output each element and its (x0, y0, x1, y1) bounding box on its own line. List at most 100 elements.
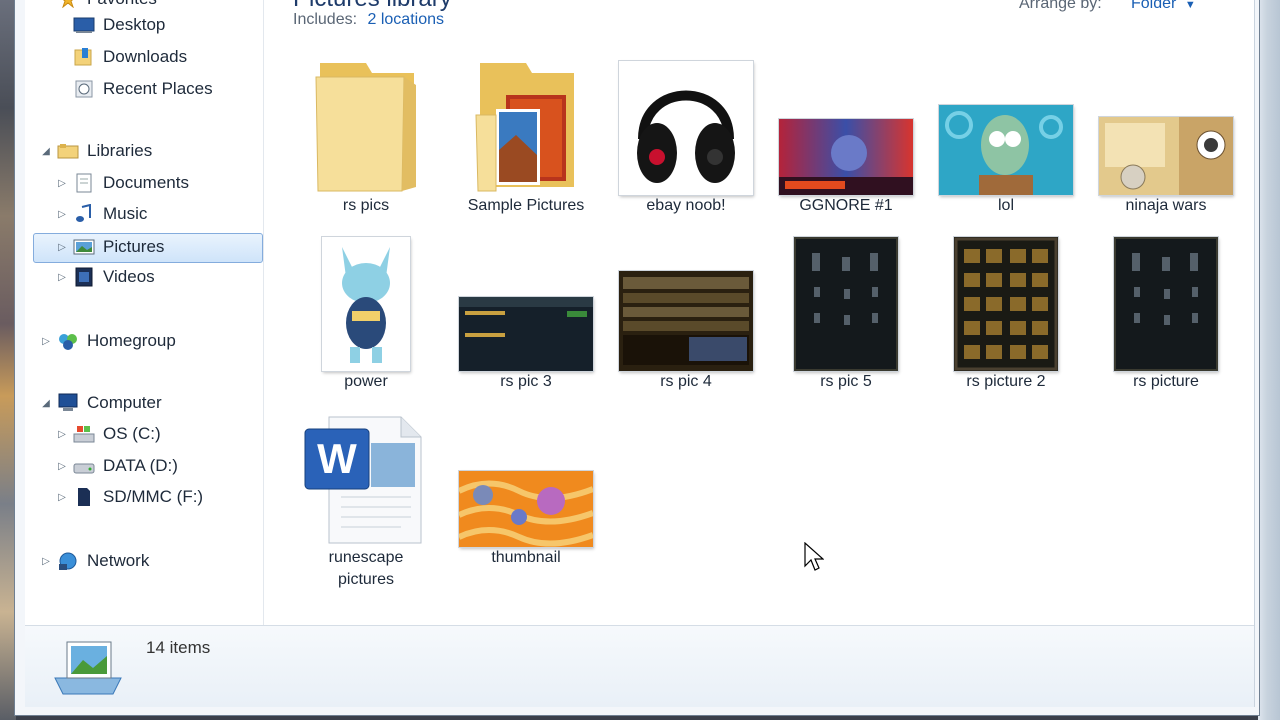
image-thumbnail-power (291, 221, 441, 371)
file-item-image[interactable]: rs pic 4 (611, 221, 761, 391)
file-item-image[interactable]: rs picture 2 (931, 221, 1081, 391)
expand-arrow-icon[interactable]: ▷ (57, 272, 67, 283)
file-name: rs picture 2 (966, 373, 1046, 390)
file-name-line-1: runescape (328, 549, 404, 566)
image-thumbnail-ninja-wars (1091, 45, 1241, 195)
arrange-by-value: Folder (1131, 0, 1177, 12)
nav-label: Desktop (103, 15, 166, 34)
image-thumbnail-squidward (931, 45, 1081, 195)
image-thumbnail-ggnore (771, 45, 921, 195)
file-item-image[interactable]: GGNORE #1 (771, 45, 921, 215)
image-thumbnail-rs-pic-5 (771, 221, 921, 371)
file-name: Sample Pictures (467, 197, 585, 214)
image-thumbnail-rs-picture (1091, 221, 1241, 371)
details-pane: 14 items (25, 625, 1254, 707)
navigation-pane: Favorites Desktop Downloads Recent Place… (25, 0, 264, 625)
drive-icon (73, 424, 95, 444)
includes-label: Includes: (293, 11, 358, 28)
file-name: rs pic 3 (500, 373, 552, 390)
nav-label: DATA (D:) (103, 456, 178, 475)
expand-arrow-icon[interactable]: ▷ (57, 461, 67, 472)
nav-label: OS (C:) (103, 424, 161, 443)
desktop-icon (73, 15, 95, 35)
nav-label: Favorites (87, 0, 157, 9)
nav-label: Libraries (87, 141, 153, 160)
nav-label: Network (87, 551, 150, 570)
file-name: lol (997, 197, 1014, 214)
image-thumbnail-rs-pic-3 (451, 221, 601, 371)
includes-line: Includes: 2 locations (293, 11, 444, 29)
mouse-cursor-icon (804, 541, 825, 577)
network-icon (57, 551, 79, 571)
includes-locations-link[interactable]: 2 locations (368, 11, 445, 28)
nav-label: Documents (103, 173, 189, 192)
expand-arrow-icon[interactable]: ◢ (41, 146, 51, 157)
image-thumbnail-rs-pic-4 (611, 221, 761, 371)
file-name: rs pic 4 (660, 373, 712, 390)
file-item-image[interactable]: thumbnail (451, 397, 601, 567)
image-thumbnail-rs-picture-2 (931, 221, 1081, 371)
file-name: power (344, 373, 388, 390)
pictures-library-icon (51, 638, 125, 703)
file-item-folder[interactable]: rs pics (291, 45, 441, 215)
window-frame-right (1258, 0, 1280, 720)
expand-arrow-icon[interactable]: ▷ (57, 492, 67, 503)
nav-label: Homegroup (87, 331, 176, 350)
arrange-by-dropdown[interactable]: Folder ▼ (1131, 0, 1196, 13)
computer-icon (57, 393, 79, 413)
nav-label: Computer (87, 393, 162, 412)
nav-label: Pictures (103, 237, 165, 256)
item-count: 14 items (146, 638, 211, 657)
file-name: GGNORE #1 (799, 197, 893, 214)
image-thumbnail-headphones (611, 45, 761, 195)
folder-icon (291, 45, 441, 195)
word-document-icon: W (291, 397, 441, 547)
file-item-image[interactable]: ninaja wars (1091, 45, 1241, 215)
nav-label: Recent Places (103, 79, 213, 98)
folder-with-photos-icon (451, 45, 601, 195)
expand-arrow-icon[interactable]: ◢ (41, 398, 51, 409)
explorer-body: Favorites Desktop Downloads Recent Place… (25, 0, 1255, 707)
videos-icon (73, 267, 95, 287)
file-item-image[interactable]: rs picture (1091, 221, 1241, 391)
sd-card-icon (73, 487, 95, 507)
library-icon (57, 141, 79, 161)
expand-arrow-icon[interactable]: ▷ (41, 336, 51, 347)
file-name: rs picture (1133, 373, 1199, 390)
file-item-folder[interactable]: Sample Pictures (451, 45, 601, 215)
expand-arrow-icon[interactable]: ▷ (57, 178, 67, 189)
image-thumbnail-thumbnail (451, 397, 601, 547)
expand-arrow-icon[interactable]: ▷ (57, 242, 67, 253)
chevron-down-icon: ▼ (1184, 0, 1196, 11)
nav-label: Videos (103, 267, 155, 286)
file-item-image[interactable]: power (291, 221, 441, 391)
drive-icon (73, 456, 95, 476)
file-name: ebay noob! (646, 197, 726, 214)
arrange-by-label: Arrange by: (1019, 0, 1102, 12)
expand-arrow-icon[interactable]: ▷ (57, 209, 67, 220)
file-name: rs pic 5 (820, 373, 872, 390)
file-name-line-2: pictures (337, 571, 395, 588)
recent-places-icon (73, 79, 95, 99)
pictures-icon (73, 237, 95, 257)
file-name: thumbnail (491, 549, 561, 566)
downloads-icon (73, 47, 95, 67)
homegroup-icon (57, 331, 79, 351)
file-item-document[interactable]: W runescape pictures (291, 397, 441, 597)
file-name: runescape pictures (291, 547, 441, 591)
documents-icon (73, 173, 95, 193)
file-item-image[interactable]: lol (931, 45, 1081, 215)
file-item-image[interactable]: rs pic 5 (771, 221, 921, 391)
file-item-image[interactable]: rs pic 3 (451, 221, 601, 391)
svg-text:W: W (317, 435, 357, 482)
expand-arrow-icon[interactable]: ▷ (57, 429, 67, 440)
nav-label: Downloads (103, 47, 188, 66)
file-item-image[interactable]: ebay noob! (611, 45, 761, 215)
music-icon (73, 204, 95, 224)
explorer-window: Favorites Desktop Downloads Recent Place… (14, 0, 1260, 716)
file-name: rs pics (342, 197, 390, 214)
star-icon (57, 0, 79, 9)
expand-arrow-icon[interactable]: ▷ (41, 556, 51, 567)
nav-label: Music (103, 204, 148, 223)
nav-label: SD/MMC (F:) (103, 487, 204, 506)
